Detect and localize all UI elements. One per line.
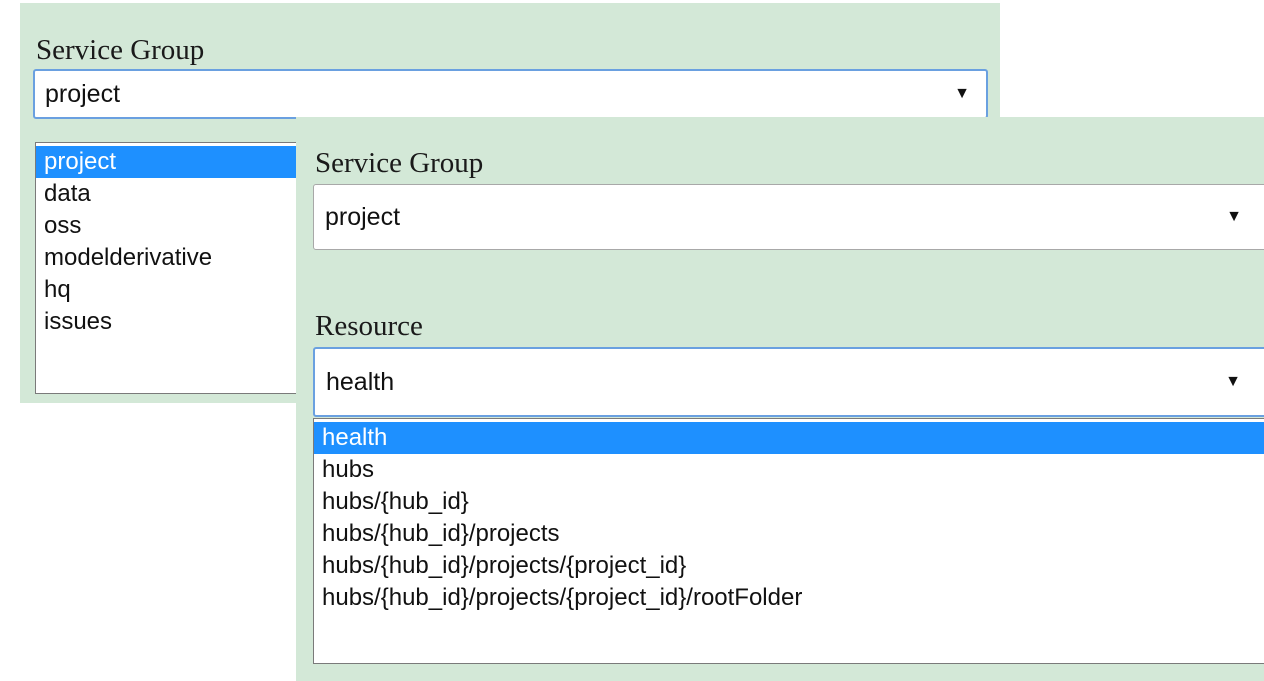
dropdown-arrow-icon: ▼ [1225,373,1241,390]
dropdown-option[interactable]: hq [36,274,304,306]
resource-select[interactable]: health ▼ [313,347,1264,417]
dropdown-arrow-icon: ▼ [954,85,970,102]
service-group-label: Service Group [36,34,205,66]
service-group-dropdown: project data oss modelderivative hq issues [35,142,305,394]
service-group-value: project [45,79,121,108]
dropdown-option[interactable]: data [36,178,304,210]
dropdown-option[interactable]: hubs [314,454,1264,486]
service-group-select[interactable]: project ▼ [313,184,1264,250]
service-group-value: project [325,202,401,231]
resource-dropdown: health hubs hubs/{hub_id} hubs/{hub_id}/pro… [313,418,1264,664]
dropdown-option[interactable]: oss [36,210,304,242]
dropdown-option[interactable]: project [36,146,304,178]
service-group-select[interactable]: project ▼ [33,69,988,119]
resource-value: health [326,367,395,396]
dropdown-option[interactable]: health [314,422,1264,454]
dropdown-option[interactable]: hubs/{hub_id} [314,486,1264,518]
dropdown-arrow-icon: ▼ [1226,208,1242,225]
dropdown-option[interactable]: modelderivative [36,242,304,274]
service-form-panel-front: Service Group project ▼ Resource health … [296,117,1264,681]
resource-label: Resource [315,310,423,342]
dropdown-option[interactable]: hubs/{hub_id}/projects [314,518,1264,550]
dropdown-option[interactable]: hubs/{hub_id}/projects/{project_id} [314,550,1264,582]
service-group-label: Service Group [315,147,484,179]
dropdown-option[interactable]: issues [36,306,304,338]
dropdown-option[interactable]: hubs/{hub_id}/projects/{project_id}/root… [314,582,1264,614]
